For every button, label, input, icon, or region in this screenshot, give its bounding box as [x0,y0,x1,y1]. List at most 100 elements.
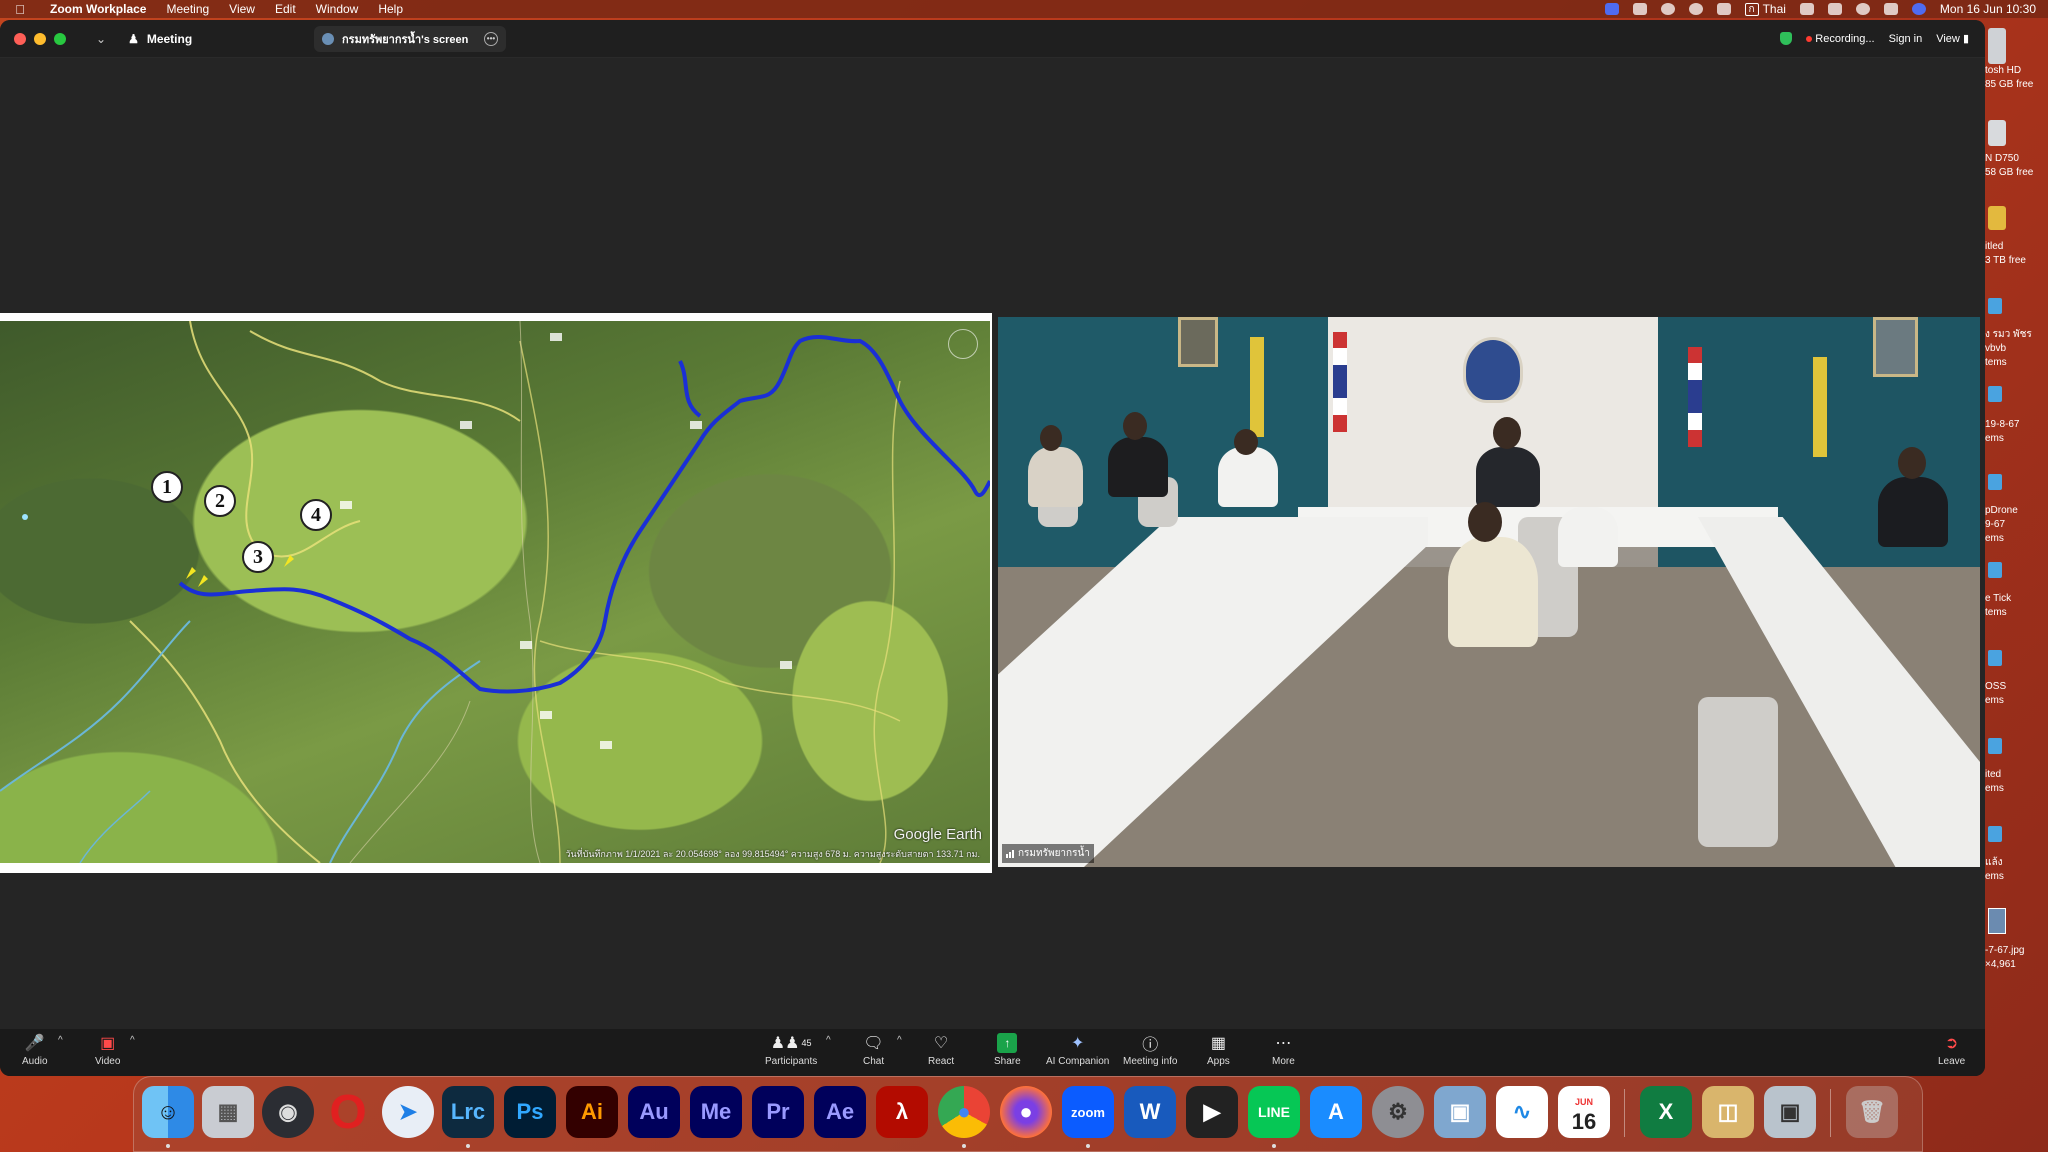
running-indicator [962,1144,966,1148]
minimize-window-button[interactable] [34,32,46,45]
menu-view[interactable]: View [219,2,265,16]
menu-app-name[interactable]: Zoom Workplace [40,2,156,16]
fullscreen-window-button[interactable] [54,32,66,45]
running-indicator [466,1144,470,1148]
more-button[interactable]: ⋯ More [1272,1033,1295,1067]
menu-edit[interactable]: Edit [265,2,306,16]
image-file-icon[interactable] [1988,908,2006,934]
tab-shared-screen[interactable]: กรมทรัพยากรน้ำ's screen ••• [314,26,506,52]
chevron-down-icon[interactable]: ⌄ [96,32,106,46]
dock-calendar-icon[interactable]: JUN 16 [1558,1086,1610,1138]
dock-freeform-icon[interactable]: ∿ [1496,1086,1548,1138]
dock-obs-icon[interactable]: ◉ [262,1086,314,1138]
video-options-chevron-icon[interactable]: ^ [130,1035,135,1046]
dock-screenshot-icon[interactable]: ▣ [1764,1086,1816,1138]
dock-safari-icon[interactable]: ➤ [382,1086,434,1138]
dock-chrome-icon[interactable]: ● [938,1086,990,1138]
meeting-toolbar: 🎤 Audio ^ ▣ Video ^ ♟♟ 45 Participants ^ … [0,1029,1985,1076]
desktop-label: e Tick [1985,593,2012,604]
dock-archive-folder-icon[interactable]: ◫ [1702,1086,1754,1138]
external-drive-icon[interactable] [1988,120,2006,146]
participant-video[interactable]: กรมทรัพยากรน้ำ [998,317,1980,867]
encryption-shield-icon[interactable] [1780,32,1793,45]
audio-button[interactable]: 🎤 Audio [22,1033,48,1067]
dock-after-effects-icon[interactable]: Ae [814,1086,866,1138]
shared-screen[interactable]: 1 2 3 4 Google Earth วันที่บันทึกภาพ 1/1… [0,313,992,873]
printer-status-icon[interactable] [1632,3,1647,15]
running-indicator [1272,1144,1276,1148]
audio-options-chevron-icon[interactable]: ^ [58,1035,63,1046]
search-icon[interactable] [1855,3,1870,15]
menu-window[interactable]: Window [306,2,369,16]
dock-excel-icon[interactable]: X [1640,1086,1692,1138]
ai-companion-button[interactable]: ✦ AI Companion [1046,1033,1109,1067]
sign-in-button[interactable]: Sign in [1889,33,1923,45]
dock-illustrator-icon[interactable]: Ai [566,1086,618,1138]
dock-zoom-icon[interactable]: zoom [1062,1086,1114,1138]
person-head [1123,412,1147,440]
folder-icon[interactable] [1988,738,2002,754]
folder-icon[interactable] [1988,562,2002,578]
desktop-label: tosh HD [1985,65,2022,76]
menu-help[interactable]: Help [368,2,413,16]
react-button[interactable]: ♡ React [928,1033,954,1067]
view-button[interactable]: View ▮ [1936,32,1969,45]
participants-button[interactable]: ♟♟ 45 Participants [765,1033,817,1067]
dock-lightroom-icon[interactable]: Lrc [442,1086,494,1138]
dock-opera-icon[interactable]: O [322,1086,374,1139]
video-button[interactable]: ▣ Video [95,1033,120,1067]
recording-indicator[interactable]: Recording... [1806,33,1875,45]
menu-clock[interactable]: Mon 16 Jun 10:30 [1940,2,2036,16]
tab-meeting[interactable]: ♟ Meeting [128,32,192,46]
folder-icon[interactable] [1988,826,2002,842]
compass-icon[interactable] [948,329,978,359]
dock-acrobat-icon[interactable]: λ [876,1086,928,1138]
volume-icon[interactable] [1716,3,1731,15]
google-earth-map[interactable]: 1 2 3 4 Google Earth วันที่บันทึกภาพ 1/1… [0,321,990,863]
dock-app-store-icon[interactable]: A [1310,1086,1362,1138]
dock-line-icon[interactable]: LINE [1248,1086,1300,1138]
input-source[interactable]: ก Thai [1744,2,1786,16]
chat-options-chevron-icon[interactable]: ^ [897,1035,902,1046]
control-center-icon[interactable] [1883,3,1898,15]
dock-system-settings-icon[interactable]: ⚙ [1372,1086,1424,1138]
folder-icon[interactable] [1988,386,2002,402]
audio-label: Audio [22,1056,48,1067]
meeting-info-button[interactable]: ⓘ Meeting info [1123,1033,1177,1067]
map-overlay [0,321,990,863]
dock-photoshop-icon[interactable]: Ps [504,1086,556,1138]
dock-firefox-icon[interactable]: ● [1000,1086,1052,1138]
chat-button[interactable]: 🗨 Chat [863,1033,884,1067]
dock-trash-icon[interactable]: 🗑 [1846,1086,1898,1138]
close-window-button[interactable] [14,32,26,45]
folder-icon[interactable] [1988,298,2002,314]
messages-status-icon[interactable] [1660,3,1675,15]
marker-3: 3 [242,541,274,573]
apps-button[interactable]: ▦ Apps [1207,1033,1230,1067]
time-machine-icon[interactable] [1688,3,1703,15]
desktop-label: ems [1985,533,2004,544]
siri-icon[interactable] [1911,3,1926,15]
folder-icon[interactable] [1988,650,2002,666]
drive-icon[interactable] [1988,206,2006,230]
dock-word-icon[interactable]: W [1124,1086,1176,1138]
battery-icon[interactable] [1827,3,1842,15]
folder-icon[interactable] [1988,474,2002,490]
dock-preview-icon[interactable]: ▣ [1434,1086,1486,1138]
dock-finder-icon[interactable]: ☺ [142,1086,194,1138]
leave-button[interactable]: ➲ Leave [1938,1033,1965,1067]
participants-options-chevron-icon[interactable]: ^ [826,1035,831,1046]
share-button[interactable]: ↑ Share [994,1033,1021,1067]
menu-meeting[interactable]: Meeting [156,2,219,16]
dock-final-cut-icon[interactable]: ▶ [1186,1086,1238,1138]
bluetooth-icon[interactable] [1799,3,1814,15]
zoom-status-icon[interactable] [1604,3,1619,15]
dock-media-encoder-icon[interactable]: Me [690,1086,742,1138]
apple-menu-icon[interactable]:  [0,2,40,17]
desktop-label: OSS [1985,681,2007,692]
hard-drive-icon[interactable] [1988,28,2006,64]
tab-options-icon[interactable]: ••• [484,32,498,46]
dock-launchpad-icon[interactable]: ▦ [202,1086,254,1138]
dock-premiere-icon[interactable]: Pr [752,1086,804,1138]
dock-audition-icon[interactable]: Au [628,1086,680,1138]
